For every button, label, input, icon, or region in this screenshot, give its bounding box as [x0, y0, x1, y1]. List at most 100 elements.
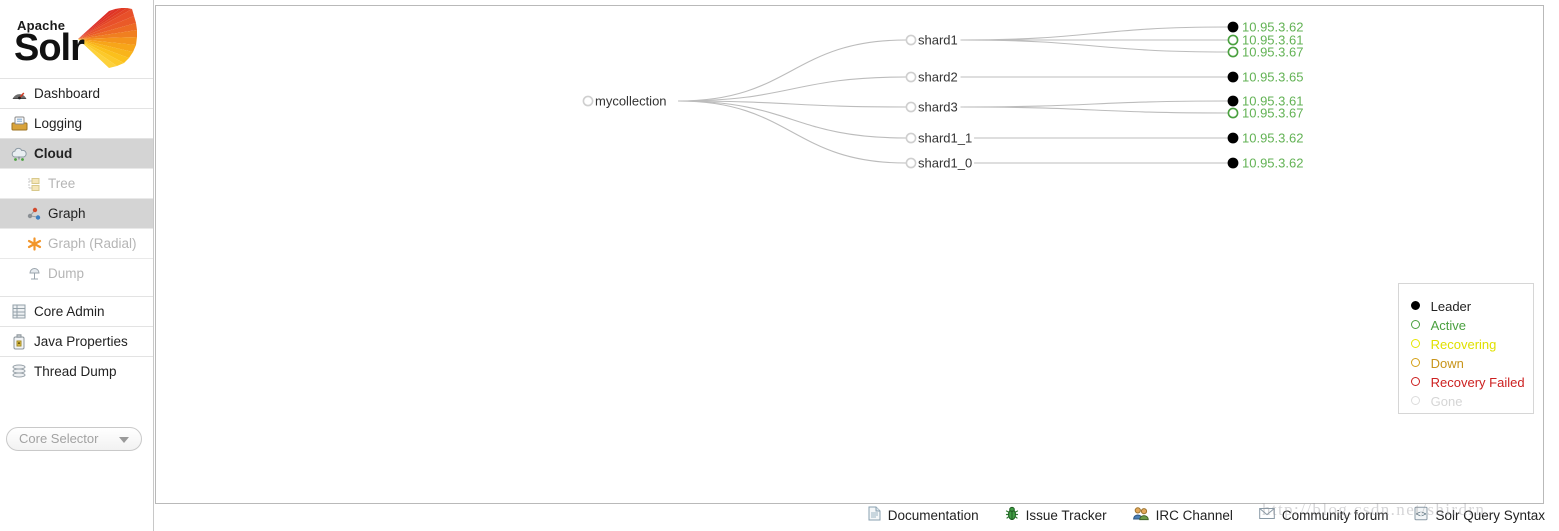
legend-label: Active — [1430, 318, 1467, 334]
sidebar-nav: Dashboard Logging Cloud — [0, 78, 153, 168]
solr-admin-window: Apache Solr Dashboard Logging Cloud Tree… — [0, 0, 1559, 531]
bug-icon — [1005, 506, 1019, 524]
legend-row-gone: Gone — [1411, 391, 1533, 410]
sidebar-item-label: Thread Dump — [34, 364, 117, 379]
legend-row-down: Down — [1411, 353, 1533, 372]
legend-label: Recovering — [1430, 337, 1497, 353]
graph-node-shard-label[interactable]: shard1_1 — [918, 131, 972, 146]
cloud-icon — [10, 145, 28, 163]
document-icon — [868, 506, 881, 524]
graph-edge-shard-replica — [960, 26, 1229, 41]
sidebar-item-dump[interactable]: Dump — [0, 258, 153, 288]
chevron-down-icon — [119, 437, 129, 443]
graph-edge-collection-shard — [678, 76, 907, 102]
people-icon — [1132, 506, 1149, 524]
sidebar-item-thread-dump[interactable]: Thread Dump — [0, 356, 153, 386]
graph-node-collection[interactable] — [582, 95, 594, 107]
graph-node-shard-label[interactable]: shard3 — [918, 100, 958, 115]
footer-link-issue-tracker[interactable]: Issue Tracker — [1005, 506, 1107, 524]
sidebar-item-label: Java Properties — [34, 334, 128, 349]
legend-row-recovering: Recovering — [1411, 334, 1533, 353]
legend-dot-recovering — [1411, 339, 1420, 349]
dashboard-gauge-icon — [10, 85, 28, 103]
legend-row-active: Active — [1411, 315, 1533, 334]
legend-dot-active — [1411, 320, 1420, 330]
legend-dot-down — [1411, 358, 1420, 368]
graph-node-shard[interactable] — [905, 157, 917, 169]
graph-node-replica-label[interactable]: 10.95.3.67 — [1242, 106, 1303, 121]
sidebar-item-label: Graph (Radial) — [48, 236, 137, 251]
sidebar-item-label: Tree — [48, 176, 76, 191]
sidebar-item-cloud[interactable]: Cloud — [0, 138, 153, 168]
solr-logo[interactable]: Apache Solr — [0, 0, 153, 78]
sidebar-item-java-properties[interactable]: Java Properties — [0, 326, 153, 356]
sidebar: Apache Solr Dashboard Logging Cloud Tree… — [0, 0, 154, 531]
legend-dot-gone — [1411, 396, 1420, 406]
graph-node-shard-label[interactable]: shard2 — [918, 70, 958, 85]
sidebar-item-logging[interactable]: Logging — [0, 108, 153, 138]
footer-link-irc-channel[interactable]: IRC Channel — [1132, 506, 1233, 524]
graph-node-replica[interactable] — [1227, 132, 1239, 144]
sidebar-item-core-admin[interactable]: Core Admin — [0, 296, 153, 326]
graph-node-shard[interactable] — [905, 71, 917, 83]
sidebar-item-label: Core Admin — [34, 304, 105, 319]
java-properties-icon — [10, 333, 28, 351]
graph-node-replica-label[interactable]: 10.95.3.62 — [1242, 156, 1303, 171]
legend-label: Recovery Failed — [1430, 375, 1525, 391]
core-selector-dropdown[interactable]: Core Selector — [6, 427, 142, 451]
graph-legend: Leader Active Recovering Down Recovery F… — [1398, 283, 1534, 414]
graph-node-replica[interactable] — [1227, 46, 1239, 58]
footer-link-documentation[interactable]: Documentation — [868, 506, 979, 524]
graph-node-replica-label[interactable]: 10.95.3.67 — [1242, 45, 1303, 60]
sidebar-item-label: Dashboard — [34, 86, 101, 101]
legend-dot-recovery-failed — [1411, 377, 1420, 387]
footer-link-community-forum[interactable]: Community forum — [1259, 507, 1389, 523]
graph-node-replica[interactable] — [1227, 71, 1239, 83]
graph-node-shard[interactable] — [905, 101, 917, 113]
graph-edge-shard-replica — [960, 39, 1229, 53]
sidebar-item-graph[interactable]: Graph — [0, 198, 153, 228]
graph-node-replica[interactable] — [1227, 21, 1239, 33]
graph-edge-shard-replica — [960, 100, 1229, 108]
graph-node-replica[interactable] — [1227, 157, 1239, 169]
graph-nodes: mycollectionshard110.95.3.6210.95.3.6110… — [582, 20, 1303, 171]
thread-dump-icon — [10, 363, 28, 381]
graph-node-replica[interactable] — [1227, 34, 1239, 46]
sidebar-item-label: Dump — [48, 266, 85, 281]
graph-node-shard-label[interactable]: shard1 — [918, 33, 958, 48]
footer-link-label: Issue Tracker — [1025, 507, 1107, 523]
graph-node-replica-label[interactable]: 10.95.3.65 — [1242, 70, 1303, 85]
footer: Documentation Issue Tracker IRC Channel … — [0, 504, 1559, 531]
core-admin-icon — [10, 303, 28, 321]
footer-link-label: Documentation — [887, 507, 979, 523]
legend-label: Down — [1430, 356, 1464, 372]
graph-node-shard[interactable] — [905, 34, 917, 46]
footer-link-label: Community forum — [1281, 507, 1389, 523]
graph-edge-collection-shard — [678, 100, 907, 164]
sidebar-item-label: Cloud — [34, 146, 73, 161]
legend-row-recovery-failed: Recovery Failed — [1411, 372, 1533, 391]
sidebar-item-graph-radial[interactable]: Graph (Radial) — [0, 228, 153, 258]
graph-node-replica[interactable] — [1227, 95, 1239, 107]
code-brackets-icon: <> — [1414, 506, 1428, 524]
graph-node-replica-label[interactable]: 10.95.3.62 — [1242, 131, 1303, 146]
graph-node-collection-label[interactable]: mycollection — [595, 94, 667, 109]
cluster-graph[interactable]: mycollectionshard110.95.3.6210.95.3.6110… — [156, 6, 1543, 503]
logo-solr-text: Solr — [14, 27, 85, 69]
sidebar-item-dashboard[interactable]: Dashboard — [0, 78, 153, 108]
graph-edge-collection-shard — [678, 39, 907, 102]
dump-icon — [26, 266, 42, 282]
footer-link-label: Solr Query Syntax — [1435, 507, 1545, 523]
sidebar-item-label: Graph — [48, 206, 86, 221]
sidebar-item-label: Logging — [34, 116, 83, 131]
footer-link-solr-query-syntax[interactable]: <> Solr Query Syntax — [1414, 506, 1545, 524]
sidebar-item-tree[interactable]: Tree — [0, 168, 153, 198]
sidebar-bottom-nav: Core Admin Java Properties Thread Dump — [0, 296, 153, 386]
cloud-subnav: Tree Graph Graph (Radial) Dump — [0, 168, 153, 288]
graph-edge-shard-replica — [960, 106, 1229, 114]
radial-icon — [26, 236, 42, 252]
graph-node-replica[interactable] — [1227, 107, 1239, 119]
graph-node-shard[interactable] — [905, 132, 917, 144]
graph-node-shard-label[interactable]: shard1_0 — [918, 156, 972, 171]
